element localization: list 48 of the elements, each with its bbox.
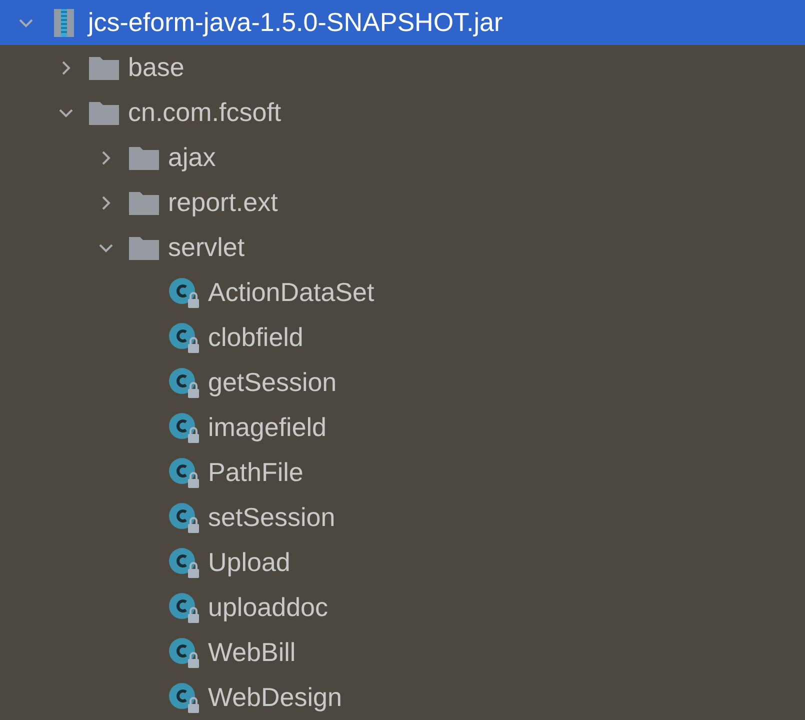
tree-item[interactable]: WebDesign bbox=[0, 675, 805, 720]
tree-item[interactable]: base bbox=[0, 45, 805, 90]
class-lock-icon bbox=[168, 276, 200, 308]
archive-icon bbox=[53, 8, 75, 38]
tree-item[interactable]: clobfield bbox=[0, 315, 805, 360]
tree-item[interactable]: Upload bbox=[0, 540, 805, 585]
class-lock-icon bbox=[168, 412, 200, 444]
tree-item[interactable]: imagefield bbox=[0, 405, 805, 450]
item-label: imagefield bbox=[208, 411, 327, 444]
folder-icon bbox=[88, 54, 120, 80]
tree-item[interactable]: PathFile bbox=[0, 450, 805, 495]
item-label: Upload bbox=[208, 546, 290, 579]
tree-item[interactable]: WebBill bbox=[0, 630, 805, 675]
item-label: ajax bbox=[168, 141, 216, 174]
folder-icon bbox=[88, 100, 120, 126]
item-label: WebDesign bbox=[208, 681, 342, 714]
item-label: jcs-eform-java-1.5.0-SNAPSHOT.jar bbox=[88, 6, 503, 39]
class-lock-icon bbox=[168, 322, 200, 354]
folder-icon bbox=[128, 144, 160, 170]
tree-item[interactable]: setSession bbox=[0, 495, 805, 540]
tree-item[interactable]: report.ext bbox=[0, 180, 805, 225]
tree-item[interactable]: getSession bbox=[0, 360, 805, 405]
item-label: base bbox=[128, 51, 184, 84]
item-label: PathFile bbox=[208, 456, 304, 489]
item-label: servlet bbox=[168, 231, 245, 264]
class-lock-icon bbox=[168, 456, 200, 488]
tree-item[interactable]: ActionDataSet bbox=[0, 270, 805, 315]
item-label: ActionDataSet bbox=[208, 276, 374, 309]
tree-item[interactable]: servlet bbox=[0, 225, 805, 270]
tree-item[interactable]: uploaddoc bbox=[0, 585, 805, 630]
tree-item[interactable]: ajax bbox=[0, 135, 805, 180]
class-lock-icon bbox=[168, 636, 200, 668]
item-label: getSession bbox=[208, 366, 337, 399]
folder-icon bbox=[128, 190, 160, 216]
item-label: clobfield bbox=[208, 321, 304, 354]
class-lock-icon bbox=[168, 546, 200, 578]
item-label: WebBill bbox=[208, 636, 296, 669]
class-lock-icon bbox=[168, 592, 200, 624]
item-label: uploaddoc bbox=[208, 591, 328, 624]
tree-item[interactable]: jcs-eform-java-1.5.0-SNAPSHOT.jar bbox=[0, 0, 805, 45]
item-label: report.ext bbox=[168, 186, 278, 219]
tree-item[interactable]: cn.com.fcsoft bbox=[0, 90, 805, 135]
class-lock-icon bbox=[168, 366, 200, 398]
class-lock-icon bbox=[168, 502, 200, 534]
folder-icon bbox=[128, 234, 160, 260]
item-label: setSession bbox=[208, 501, 336, 534]
class-lock-icon bbox=[168, 682, 200, 714]
item-label: cn.com.fcsoft bbox=[128, 96, 282, 129]
